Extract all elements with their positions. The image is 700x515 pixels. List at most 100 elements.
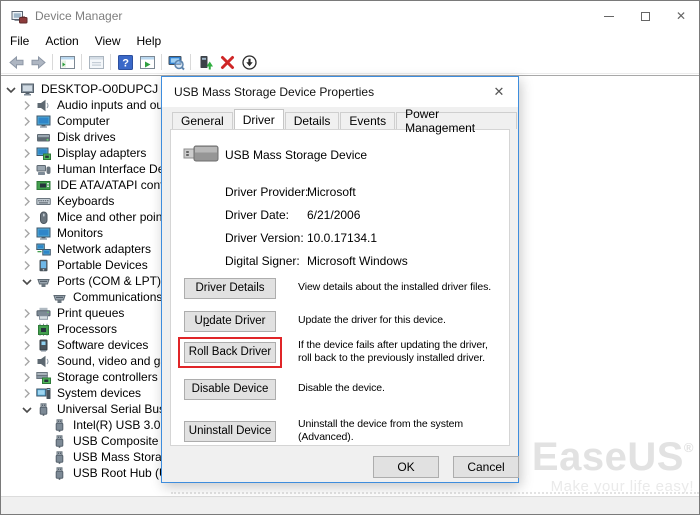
dialog-close-button[interactable]: ✕ bbox=[489, 83, 509, 101]
tree-item-label: Print queues bbox=[57, 306, 125, 320]
monitor-device-icon bbox=[36, 115, 52, 128]
tab-events[interactable]: Events bbox=[340, 112, 396, 129]
chevron-right-icon[interactable] bbox=[21, 196, 36, 207]
tree-item-label: Monitors bbox=[57, 226, 104, 240]
tree-item-label: Ports (COM & LPT) bbox=[57, 274, 162, 288]
ok-button[interactable]: OK bbox=[373, 456, 439, 478]
network-device-icon bbox=[36, 243, 52, 256]
tab-details[interactable]: Details bbox=[284, 112, 340, 129]
menu-help[interactable]: Help bbox=[129, 32, 170, 50]
chevron-right-icon[interactable] bbox=[21, 148, 36, 159]
chevron-right-icon[interactable] bbox=[21, 180, 36, 191]
field-value-driver-date: 6/21/2006 bbox=[307, 208, 361, 222]
maximize-button[interactable] bbox=[627, 1, 663, 31]
toolbar-update-driver-button[interactable] bbox=[194, 52, 216, 73]
action-row-disable-device: Disable Device Disable the device. bbox=[184, 371, 503, 407]
properties-window-icon bbox=[88, 54, 105, 71]
action-row-roll-back-driver: Roll Back Driver If the device fails afte… bbox=[178, 330, 503, 374]
cancel-button[interactable]: Cancel bbox=[453, 456, 519, 478]
maximize-icon bbox=[640, 11, 650, 21]
chevron-right-icon[interactable] bbox=[21, 260, 36, 271]
minimize-button[interactable] bbox=[591, 1, 627, 31]
disable-device-icon bbox=[241, 54, 258, 71]
menu-action[interactable]: Action bbox=[37, 32, 86, 50]
disable-device-button[interactable]: Disable Device bbox=[184, 378, 276, 400]
chevron-right-icon[interactable] bbox=[21, 228, 36, 239]
toolbar-help-button[interactable]: ? bbox=[114, 52, 136, 73]
chevron-right-icon[interactable] bbox=[21, 116, 36, 127]
toolbar-scan-hardware-button[interactable] bbox=[165, 52, 187, 73]
chevron-right-icon[interactable] bbox=[21, 372, 36, 383]
tab-power-management[interactable]: Power Management bbox=[396, 107, 517, 135]
chevron-right-icon[interactable] bbox=[21, 308, 36, 319]
monitor-device-icon bbox=[36, 227, 52, 240]
toolbar-uninstall-device-button[interactable] bbox=[216, 52, 238, 73]
menu-view[interactable]: View bbox=[87, 32, 129, 50]
toolbar-forward-arrow-button[interactable] bbox=[27, 52, 49, 73]
toolbar-console-tree-button[interactable] bbox=[56, 52, 78, 73]
uninstall-device-button[interactable]: Uninstall Device bbox=[184, 420, 276, 442]
dialog-tabs: General Driver Details Events Power Manageme… bbox=[172, 107, 518, 135]
tree-item-label: Storage controllers bbox=[57, 370, 158, 384]
minimize-icon bbox=[604, 15, 614, 17]
chevron-right-icon[interactable] bbox=[21, 244, 36, 255]
toolbar-separator bbox=[110, 54, 111, 70]
chevron-right-icon[interactable] bbox=[21, 100, 36, 111]
field-label-driver-provider: Driver Provider: bbox=[225, 185, 309, 199]
roll-back-driver-button[interactable]: Roll Back Driver bbox=[184, 341, 276, 363]
disk-device-icon bbox=[36, 131, 52, 144]
toolbar-separator bbox=[52, 54, 53, 70]
uninstall-device-icon bbox=[219, 54, 236, 71]
window-title: Device Manager bbox=[35, 9, 123, 23]
update-driver-button[interactable]: Update Driver bbox=[184, 310, 276, 332]
display-device-icon bbox=[36, 147, 52, 160]
chevron-down-icon[interactable] bbox=[21, 276, 36, 287]
help-icon: ? bbox=[117, 54, 134, 71]
window-controls: ✕ bbox=[591, 1, 699, 31]
toolbar-action-window-button[interactable] bbox=[136, 52, 158, 73]
back-arrow-icon bbox=[8, 54, 25, 71]
toolbar-disable-device-button[interactable] bbox=[238, 52, 260, 73]
driver-details-button[interactable]: Driver Details bbox=[184, 277, 276, 299]
chevron-down-icon[interactable] bbox=[21, 404, 36, 415]
toolbar-properties-window-button[interactable] bbox=[85, 52, 107, 73]
dialog-title-bar: USB Mass Storage Device Properties ✕ bbox=[162, 77, 518, 107]
tab-driver[interactable]: Driver bbox=[233, 109, 284, 129]
usb-device-icon bbox=[52, 418, 68, 432]
chevron-right-icon[interactable] bbox=[21, 324, 36, 335]
chevron-right-icon[interactable] bbox=[21, 340, 36, 351]
chevron-right-icon[interactable] bbox=[21, 356, 36, 367]
printer-device-icon bbox=[36, 307, 52, 320]
tree-item-label: Processors bbox=[57, 322, 118, 336]
storage-device-icon bbox=[36, 371, 52, 384]
driver-tab-page: USB Mass Storage Device Driver Provider:… bbox=[170, 129, 510, 446]
mouse-device-icon bbox=[36, 211, 52, 224]
system-device-icon bbox=[36, 387, 52, 400]
action-description: View details about the installed driver … bbox=[298, 281, 492, 294]
tree-item-label: Disk drives bbox=[57, 130, 116, 144]
field-value-driver-version: 10.0.17134.1 bbox=[307, 231, 378, 245]
close-button[interactable]: ✕ bbox=[663, 1, 699, 31]
toolbar-back-arrow-button[interactable] bbox=[5, 52, 27, 73]
action-description: Uninstall the device from the system (Ad… bbox=[298, 417, 464, 443]
usb-device-icon bbox=[52, 450, 68, 464]
update-driver-icon bbox=[197, 54, 214, 71]
title-bar: Device Manager ✕ bbox=[1, 1, 699, 31]
chevron-right-icon[interactable] bbox=[21, 132, 36, 143]
chevron-right-icon[interactable] bbox=[21, 212, 36, 223]
audio-device-icon bbox=[36, 99, 52, 112]
action-description: If the device fails after updating the d… bbox=[298, 338, 488, 364]
svg-text:?: ? bbox=[122, 57, 129, 69]
chevron-down-icon[interactable] bbox=[5, 84, 20, 95]
chevron-right-icon[interactable] bbox=[21, 388, 36, 399]
processor-device-icon bbox=[36, 323, 52, 336]
portable-device-icon bbox=[36, 259, 52, 272]
menu-file[interactable]: File bbox=[2, 32, 37, 50]
usb-device-icon bbox=[52, 434, 68, 448]
action-row-driver-details: Driver Details View details about the ins… bbox=[184, 270, 503, 306]
device-name: USB Mass Storage Device bbox=[225, 148, 368, 162]
chevron-right-icon[interactable] bbox=[21, 164, 36, 175]
action-window-icon bbox=[139, 54, 156, 71]
console-tree-icon bbox=[59, 54, 76, 71]
tab-general[interactable]: General bbox=[172, 112, 233, 129]
